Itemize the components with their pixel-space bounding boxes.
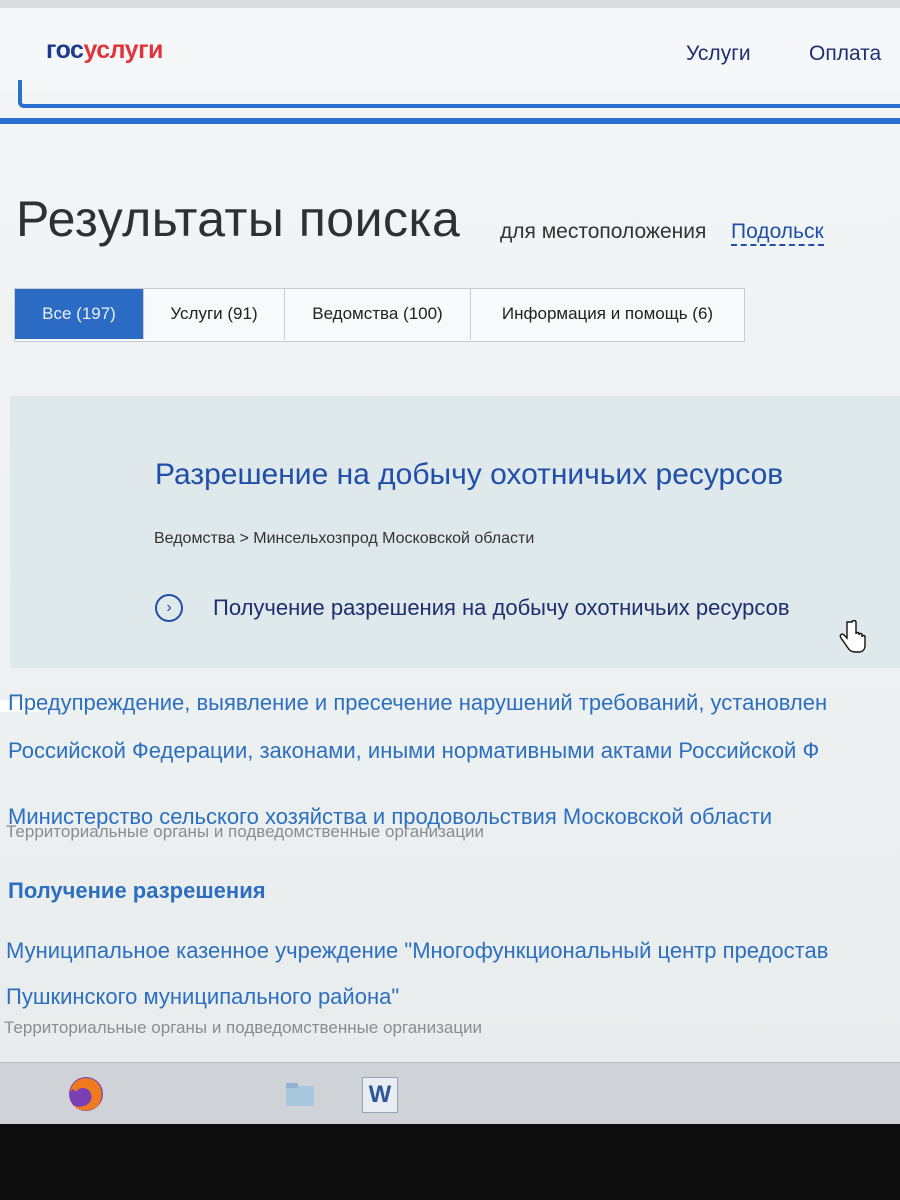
hand-cursor-icon	[839, 620, 866, 653]
page-title: Результаты поиска	[16, 191, 461, 247]
logo-uslugi-text: услуги	[83, 36, 163, 64]
top-result-title[interactable]: Разрешение на добычу охотничьих ресурсов	[155, 458, 783, 492]
tab-all[interactable]: Все (197)	[15, 289, 144, 339]
site-header: госуслуги Услуги Оплата	[0, 0, 900, 92]
taskbar-file-explorer[interactable]	[270, 1069, 330, 1119]
location-label: для местоположения	[500, 220, 707, 243]
result-subtitle: Территориальные органы и подведомственны…	[6, 822, 485, 841]
result-link-continued[interactable]: Российской Федерации, законами, иными но…	[8, 738, 819, 764]
word-icon-letter: W	[368, 1081, 392, 1108]
service-link-row[interactable]: › Получение разрешения на добычу охотнич…	[155, 594, 790, 622]
browser-tab-strip	[0, 0, 900, 8]
result-link-continued[interactable]: Пушкинского муниципального района"	[6, 984, 399, 1010]
taskbar-word[interactable]: W	[352, 1069, 412, 1119]
location-link[interactable]: Подольск	[731, 220, 824, 246]
service-link[interactable]: Получение разрешения на добычу охотничьи…	[213, 595, 790, 621]
tab-services[interactable]: Услуги (91)	[144, 289, 285, 339]
taskbar-firefox[interactable]	[50, 1069, 130, 1119]
result-link[interactable]: Получение разрешения	[8, 878, 266, 904]
word-icon: W	[362, 1077, 398, 1113]
file-explorer-icon	[286, 1083, 314, 1106]
logo-gos-text: гос	[46, 36, 84, 64]
monitor-bezel	[0, 1124, 900, 1200]
chevron-right-circle-icon: ›	[155, 594, 183, 622]
search-tabs: Все (197) Услуги (91) Ведомства (100) Ин…	[14, 288, 745, 342]
result-link[interactable]: Муниципальное казенное учреждение "Много…	[6, 938, 828, 964]
nav-payment-link[interactable]: Оплата	[809, 42, 881, 66]
nav-services-link[interactable]: Услуги	[686, 42, 751, 66]
result-subtitle: Территориальные органы и подведомственны…	[4, 1018, 483, 1037]
browser-viewport: госуслуги Услуги Оплата Результаты поиск…	[0, 0, 900, 1062]
tab-departments[interactable]: Ведомства (100)	[285, 289, 471, 339]
breadcrumb: Ведомства > Минсельхозпрод Московской об…	[154, 530, 535, 547]
firefox-icon	[69, 1077, 103, 1111]
header-accent-line	[0, 118, 900, 124]
result-link[interactable]: Предупреждение, выявление и пресечение н…	[8, 690, 827, 716]
tab-info-help[interactable]: Информация и помощь (6)	[471, 289, 744, 339]
header-search-box-edge	[18, 80, 900, 108]
taskbar: W	[0, 1062, 900, 1125]
gosuslugi-logo[interactable]: госуслуги	[46, 36, 163, 65]
